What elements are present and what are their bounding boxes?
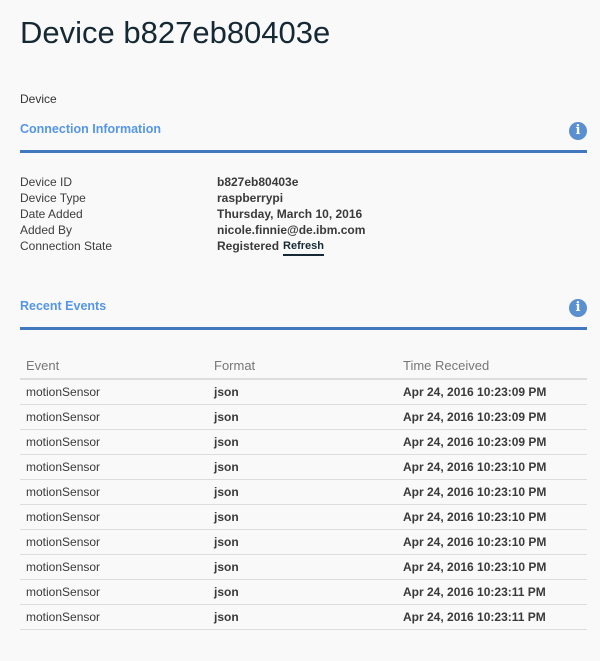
table-row[interactable]: motionSensor json Apr 24, 2016 10:23:09 PM (20, 379, 587, 405)
format-cell: json (208, 429, 397, 455)
event-cell: motionSensor (20, 404, 208, 430)
event-cell: motionSensor (20, 429, 208, 455)
event-cell: motionSensor (20, 479, 208, 505)
time-cell: Apr 24, 2016 10:23:10 PM (397, 504, 587, 530)
field-label: Date Added (20, 207, 83, 221)
table-row[interactable]: motionSensor json Apr 24, 2016 10:23:10 PM (20, 479, 587, 505)
field-value: b827eb80403e (217, 175, 299, 189)
table-row[interactable]: motionSensor json Apr 24, 2016 10:23:11 PM (20, 579, 587, 605)
time-cell: Apr 24, 2016 10:23:10 PM (397, 479, 587, 505)
events-table: Event Format Time Received motionSensor j… (20, 352, 587, 630)
format-cell: json (208, 379, 397, 405)
field-value: raspberrypi (217, 191, 284, 205)
event-cell: motionSensor (20, 504, 208, 530)
format-cell: json (208, 504, 397, 530)
event-cell: motionSensor (20, 379, 208, 405)
table-row[interactable]: motionSensor json Apr 24, 2016 10:23:10 PM (20, 529, 587, 555)
event-cell: motionSensor (20, 579, 208, 605)
field-value: Thursday, March 10, 2016 (217, 207, 363, 221)
format-cell: json (208, 404, 397, 430)
field-value: Registered (217, 239, 280, 253)
field-date-added: Date Added Thursday, March 10, 2016 (20, 206, 365, 222)
event-cell: motionSensor (20, 454, 208, 480)
format-cell: json (208, 579, 397, 605)
time-cell: Apr 24, 2016 10:23:09 PM (397, 404, 587, 430)
breadcrumb: Device (20, 92, 57, 106)
event-cell: motionSensor (20, 529, 208, 555)
field-label: Device ID (20, 175, 73, 189)
info-icon[interactable]: i (569, 299, 587, 317)
format-cell: json (208, 454, 397, 480)
table-row[interactable]: motionSensor json Apr 24, 2016 10:23:09 PM (20, 429, 587, 455)
section-title: Recent Events (20, 299, 107, 313)
section-title: Connection Information (20, 122, 161, 136)
time-cell: Apr 24, 2016 10:23:09 PM (397, 379, 587, 405)
table-row[interactable]: motionSensor json Apr 24, 2016 10:23:10 PM (20, 554, 587, 580)
column-header-format[interactable]: Format (208, 352, 397, 380)
refresh-link[interactable]: Refresh (283, 238, 324, 256)
format-cell: json (208, 479, 397, 505)
connection-info-header: Connection Information i (20, 120, 587, 153)
format-cell: json (208, 529, 397, 555)
time-cell: Apr 24, 2016 10:23:10 PM (397, 554, 587, 580)
field-label: Added By (20, 223, 73, 237)
time-cell: Apr 24, 2016 10:23:10 PM (397, 454, 587, 480)
event-cell: motionSensor (20, 554, 208, 580)
column-header-time[interactable]: Time Received (397, 352, 587, 380)
page-title: Device b827eb80403e (20, 15, 331, 50)
field-connection-state: Connection State Registered Refresh (20, 238, 365, 256)
table-row[interactable]: motionSensor json Apr 24, 2016 10:23:09 PM (20, 404, 587, 430)
time-cell: Apr 24, 2016 10:23:10 PM (397, 529, 587, 555)
field-label: Device Type (20, 191, 86, 205)
format-cell: json (208, 604, 397, 630)
time-cell: Apr 24, 2016 10:23:11 PM (397, 604, 587, 630)
info-icon[interactable]: i (569, 122, 587, 140)
connection-details: Device ID b827eb80403e Device Type raspber… (20, 174, 365, 256)
event-cell: motionSensor (20, 604, 208, 630)
table-header-row: Event Format Time Received (20, 352, 587, 380)
table-row[interactable]: motionSensor json Apr 24, 2016 10:23:11 PM (20, 604, 587, 630)
time-cell: Apr 24, 2016 10:23:09 PM (397, 429, 587, 455)
field-value: nicole.finnie@de.ibm.com (217, 223, 366, 237)
field-label: Connection State (20, 239, 113, 253)
table-row[interactable]: motionSensor json Apr 24, 2016 10:23:10 PM (20, 504, 587, 530)
field-device-id: Device ID b827eb80403e (20, 174, 365, 190)
recent-events-header: Recent Events i (20, 297, 587, 330)
field-device-type: Device Type raspberrypi (20, 190, 365, 206)
column-header-event[interactable]: Event (20, 352, 208, 380)
format-cell: json (208, 554, 397, 580)
field-added-by: Added By nicole.finnie@de.ibm.com (20, 222, 365, 238)
time-cell: Apr 24, 2016 10:23:11 PM (397, 579, 587, 605)
table-row[interactable]: motionSensor json Apr 24, 2016 10:23:10 PM (20, 454, 587, 480)
